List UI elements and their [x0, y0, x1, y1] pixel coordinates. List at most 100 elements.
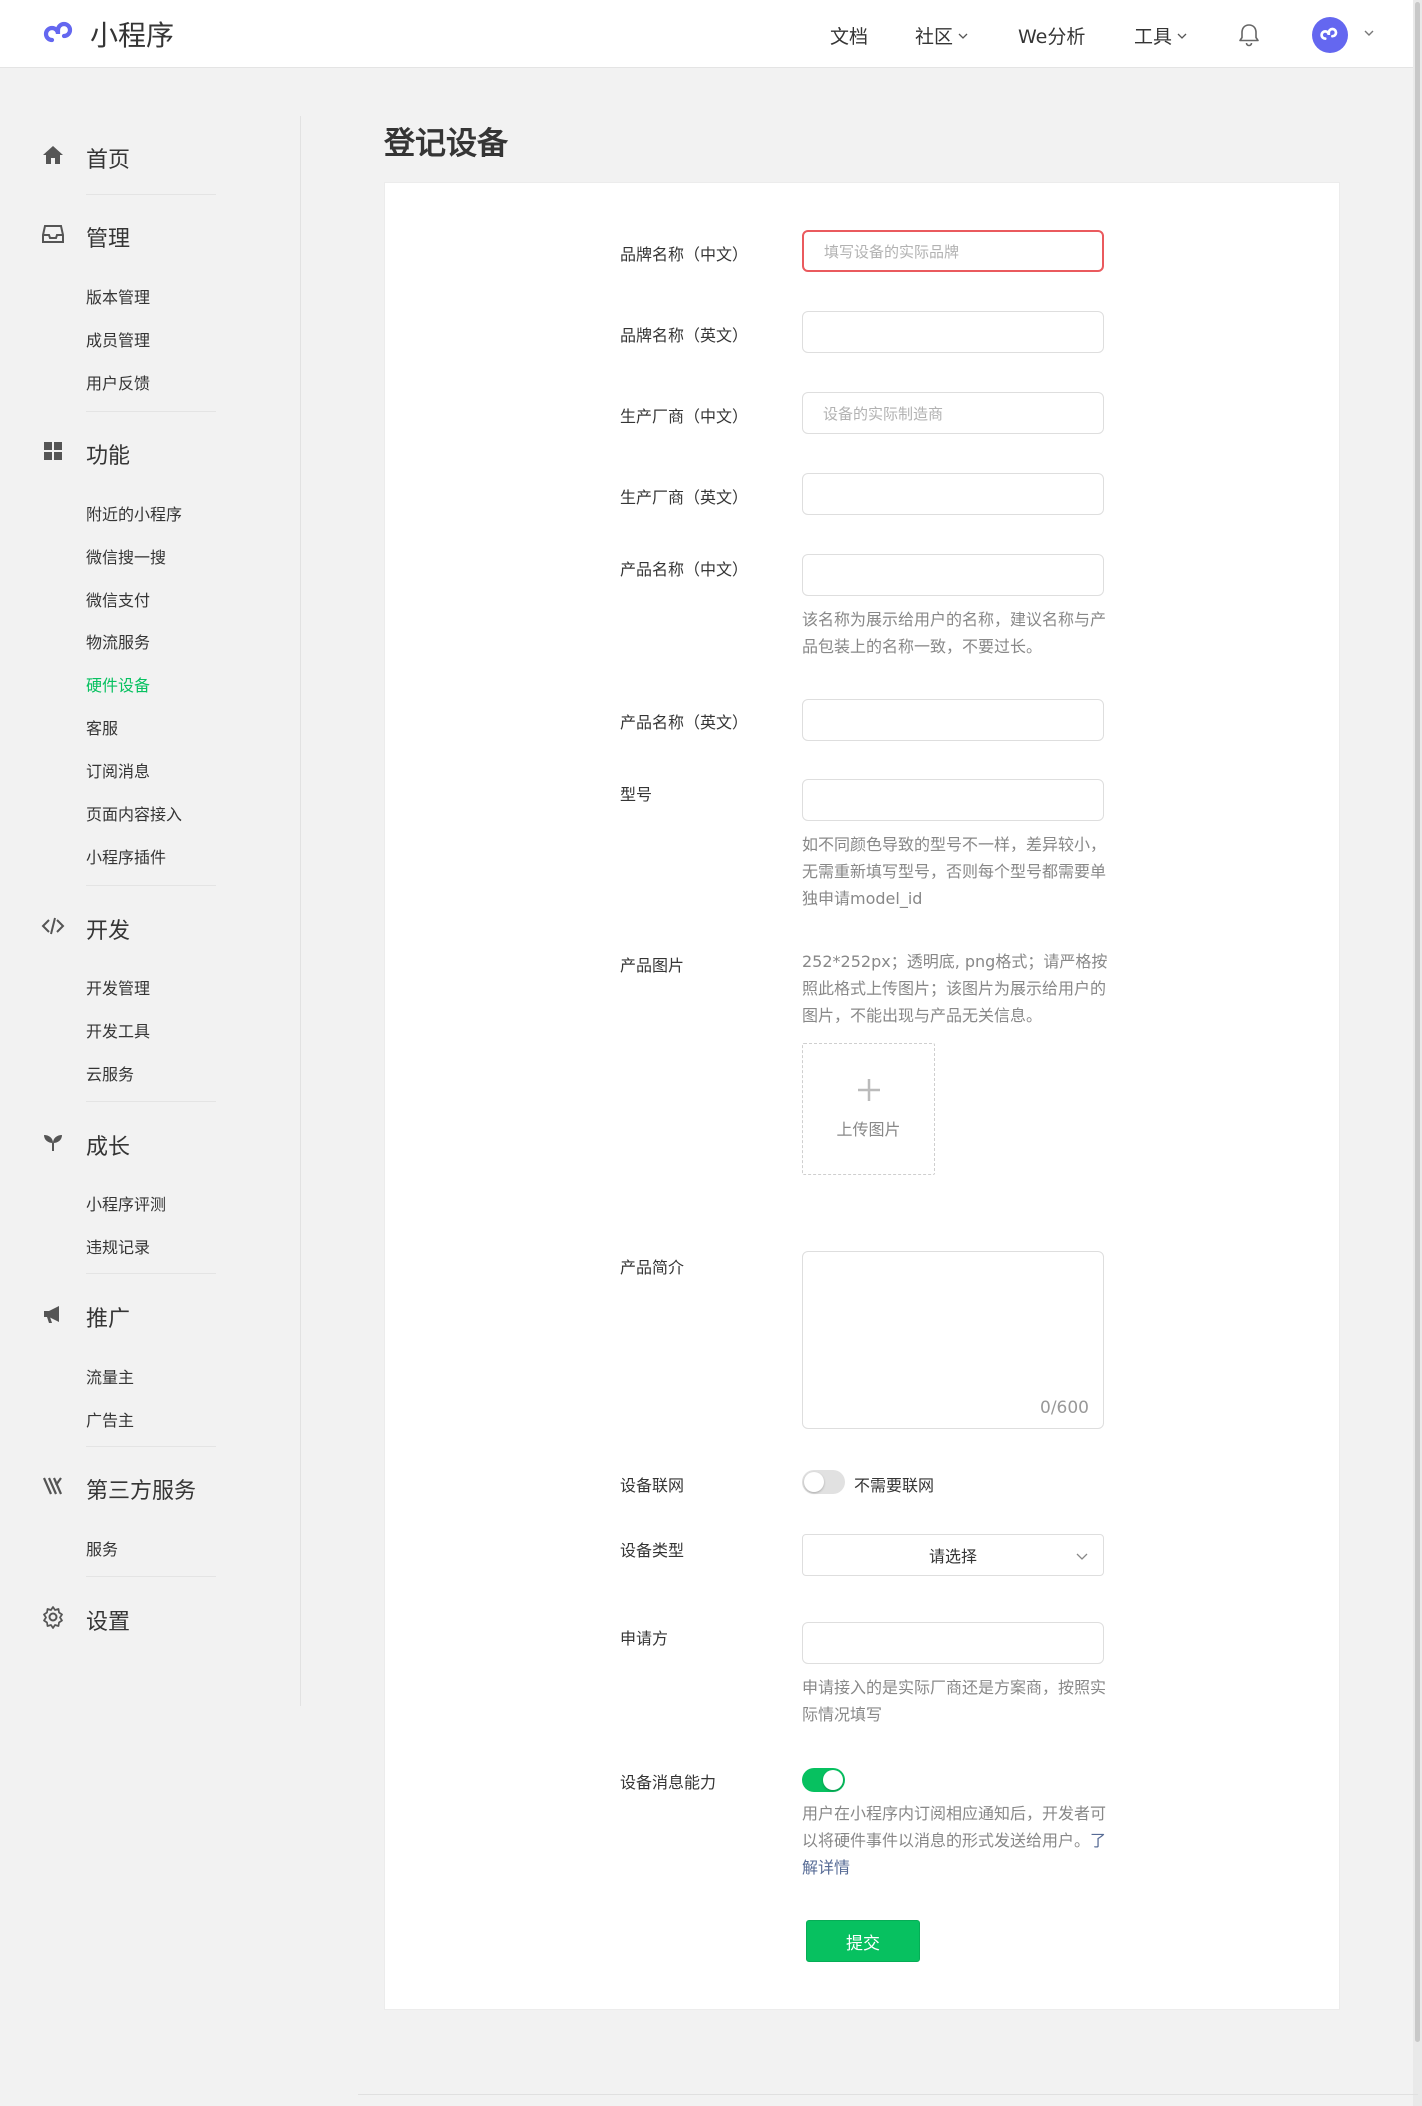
model-tip: 如不同颜色导致的型号不一样，差异较小，无需重新填写型号，否则每个型号都需要单独申… [802, 835, 1107, 908]
sidebar-item-dev-tools[interactable]: 开发工具 [86, 1018, 150, 1042]
chevron-down-icon[interactable] [1362, 26, 1376, 40]
message-label: 设备消息能力 [620, 1773, 717, 1792]
brand-en-input[interactable] [802, 311, 1104, 353]
device-type-select[interactable]: 请选择 [802, 1534, 1104, 1576]
app-name: 小程序 [90, 19, 175, 52]
applicant-input[interactable] [802, 1622, 1104, 1664]
sidebar-item-evaluation[interactable]: 小程序评测 [86, 1191, 166, 1215]
sidebar-item-customer-service[interactable]: 客服 [86, 715, 118, 739]
avatar-logo-icon [1320, 27, 1338, 40]
sidebar-item-pay[interactable]: 微信支付 [86, 587, 150, 611]
plus-icon [858, 1079, 880, 1101]
divider [86, 1273, 216, 1274]
sidebar-item-service[interactable]: 服务 [86, 1536, 118, 1560]
network-toggle[interactable] [802, 1470, 845, 1494]
intro-label: 产品简介 [620, 1258, 685, 1277]
product-cn-tip: 该名称为展示给用户的名称，建议名称与产品包装上的名称一致，不要过长。 [802, 610, 1107, 656]
intro-char-counter: 0/600 [1040, 1398, 1089, 1418]
sidebar-item-logistics[interactable]: 物流服务 [86, 629, 150, 653]
code-icon [40, 913, 66, 939]
sidebar-item-publisher[interactable]: 流量主 [86, 1364, 134, 1388]
sidebar-item-version[interactable]: 版本管理 [86, 284, 150, 308]
sidebar-item-plugin[interactable]: 小程序插件 [86, 844, 166, 868]
product-cn-label: 产品名称（中文） [620, 560, 749, 579]
submit-button[interactable]: 提交 [806, 1920, 920, 1962]
maker-cn-input[interactable]: 设备的实际制造商 [802, 392, 1104, 434]
nav-we-analysis-label: We分析 [1018, 26, 1086, 48]
home-icon [40, 142, 66, 168]
sidebar-item-dev-manage[interactable]: 开发管理 [86, 975, 150, 999]
inbox-icon [40, 221, 66, 247]
sidebar-section-features[interactable]: 功能 [40, 438, 130, 469]
top-bar: 小程序 文档 社区 We分析 工具 [0, 0, 1422, 68]
divider [86, 194, 216, 195]
sidebar-section-label: 管理 [86, 227, 131, 252]
scrollbar-thumb[interactable] [1415, 2, 1420, 2042]
sidebar-item-search[interactable]: 微信搜一搜 [86, 544, 166, 568]
maker-cn-label: 生产厂商（中文） [620, 407, 749, 426]
upload-image-label: 上传图片 [836, 1120, 901, 1139]
avatar[interactable] [1312, 17, 1348, 53]
message-tip: 用户在小程序内订阅相应通知后，开发者可以将硬件事件以消息的形式发送给用户。了解详… [802, 1800, 1112, 1881]
gear-icon [40, 1604, 66, 1630]
message-toggle[interactable] [802, 1768, 845, 1792]
megaphone-icon [40, 1301, 66, 1327]
divider [86, 1101, 216, 1102]
sidebar-item-advertiser[interactable]: 广告主 [86, 1407, 134, 1431]
nav-tools[interactable]: 工具 [1134, 22, 1188, 49]
sidebar-section-label: 推广 [86, 1307, 131, 1332]
sidebar-item-cloud[interactable]: 云服务 [86, 1061, 134, 1085]
sidebar-section-settings[interactable]: 设置 [40, 1604, 130, 1635]
sidebar-item-subscribe[interactable]: 订阅消息 [86, 758, 150, 782]
sidebar-section-label: 设置 [86, 1610, 131, 1635]
footer-divider [358, 2094, 1418, 2095]
chevron-down-icon [958, 33, 968, 39]
image-label: 产品图片 [620, 956, 685, 975]
divider [86, 1446, 216, 1447]
nav-docs[interactable]: 文档 [830, 22, 868, 49]
sidebar-section-home[interactable]: 首页 [40, 142, 130, 173]
sidebar-item-hardware[interactable]: 硬件设备 [86, 672, 150, 696]
bell-icon[interactable] [1235, 20, 1263, 48]
product-en-label: 产品名称（英文） [620, 713, 749, 732]
network-toggle-text: 不需要联网 [854, 1476, 935, 1495]
upload-image-button[interactable]: 上传图片 [802, 1043, 935, 1175]
sidebar-section-promotion[interactable]: 推广 [40, 1301, 130, 1332]
divider [86, 1576, 216, 1577]
logo[interactable]: 小程序 [40, 14, 174, 54]
sidebar-item-page-content[interactable]: 页面内容接入 [86, 801, 182, 825]
sidebar-section-manage[interactable]: 管理 [40, 221, 130, 252]
sidebar-item-violations[interactable]: 违规记录 [86, 1234, 150, 1258]
maker-en-label: 生产厂商（英文） [620, 488, 749, 507]
product-cn-input[interactable] [802, 554, 1104, 596]
divider [86, 885, 216, 886]
maker-cn-placeholder: 设备的实际制造商 [823, 404, 944, 423]
network-label: 设备联网 [620, 1476, 685, 1495]
nav-tools-label: 工具 [1134, 26, 1173, 48]
divider [86, 411, 216, 412]
sidebar-section-develop[interactable]: 开发 [40, 913, 130, 944]
device-type-selected: 请选择 [928, 1547, 977, 1566]
sidebar-section-third-party[interactable]: 第三方服务 [40, 1473, 196, 1504]
product-en-input[interactable] [802, 699, 1104, 741]
sidebar-divider [300, 116, 301, 1706]
sidebar-item-nearby[interactable]: 附近的小程序 [86, 501, 182, 525]
sidebar-section-label: 开发 [86, 919, 131, 944]
brand-en-label: 品牌名称（英文） [620, 326, 749, 345]
sprout-icon [40, 1129, 66, 1155]
model-input[interactable] [802, 779, 1104, 821]
brand-cn-label: 品牌名称（中文） [620, 245, 749, 264]
nav-community[interactable]: 社区 [915, 22, 969, 49]
nav-we-analysis[interactable]: We分析 [1018, 22, 1085, 49]
toggle-knob [804, 1472, 824, 1492]
maker-en-input[interactable] [802, 473, 1104, 515]
sidebar-item-feedback[interactable]: 用户反馈 [86, 370, 150, 394]
brand-cn-input[interactable]: 填写设备的实际品牌 [802, 230, 1104, 272]
intro-textarea[interactable]: 0/600 [802, 1251, 1104, 1429]
sidebar-section-growth[interactable]: 成长 [40, 1129, 130, 1160]
nav-docs-label: 文档 [830, 26, 869, 48]
toggle-knob [823, 1770, 843, 1790]
sidebar-item-members[interactable]: 成员管理 [86, 327, 150, 351]
page-title: 登记设备 [384, 126, 508, 162]
image-tip: 252*252px；透明底, png格式；请严格按照此格式上传图片；该图片为展示… [802, 952, 1108, 1025]
